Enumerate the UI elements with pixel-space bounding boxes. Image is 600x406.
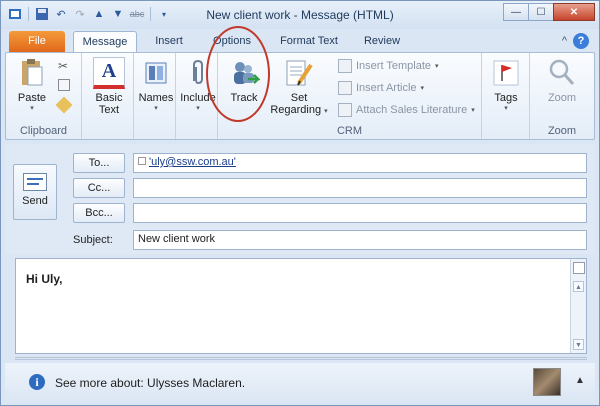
flag-icon [490,57,522,89]
to-field[interactable]: 'uly@ssw.com.au' [133,153,587,173]
tab-format-text[interactable]: Format Text [273,31,345,53]
message-body[interactable]: Hi Uly, ▲ ▼ [15,258,587,354]
cut-icon[interactable]: ✂ [58,59,68,73]
template-icon [338,59,352,73]
to-recipient[interactable]: 'uly@ssw.com.au' [149,156,236,168]
address-book-icon [140,57,172,89]
vertical-scrollbar[interactable]: ▲ ▼ [570,259,586,353]
pane-splitter[interactable] [15,357,587,360]
help-icon[interactable]: ? [573,33,589,49]
crm-group-label: CRM [336,125,363,137]
tags-dropdown-icon: ▾ [504,105,508,112]
basic-text-line1: Basic [95,92,123,104]
window-controls: — ☐ ✕ [503,3,595,21]
insert-template-button[interactable]: Insert Template ▾ [338,59,439,73]
people-pane: i See more about: Ulysses Maclaren. ▲ [5,363,595,403]
magnifier-icon [546,57,578,89]
set-regarding-button[interactable]: Set Regarding ▾ [270,57,328,116]
copy-icon[interactable] [58,79,70,91]
scroll-down-arrow[interactable]: ▼ [573,339,584,350]
tab-review[interactable]: Review [357,31,407,53]
insert-template-dropdown-icon: ▾ [435,63,439,70]
insert-template-label: Insert Template [356,60,432,72]
track-highlight-circle [206,26,270,122]
zoom-button[interactable]: Zoom [540,57,584,104]
send-label: Send [22,195,48,207]
to-button[interactable]: To... [73,153,125,173]
tab-message[interactable]: Message [73,31,137,53]
tags-label: Tags [494,92,518,104]
set-regarding-line2-text: Regarding [270,104,322,116]
ribbon-tabs: File Message Insert Options Format Text … [1,29,599,53]
recipient-checkbox-icon [138,157,146,165]
close-button[interactable]: ✕ [553,3,595,21]
font-color-icon: A [93,57,125,89]
bcc-button[interactable]: Bcc... [73,203,125,223]
sales-literature-icon [338,103,352,117]
insert-article-label: Insert Article [356,82,417,94]
avatar[interactable] [533,368,561,396]
format-painter-icon[interactable] [55,96,73,114]
insert-article-button[interactable]: Insert Article ▾ [338,81,424,95]
paste-dropdown-icon: ▾ [30,105,34,112]
outlook-message-window: ↶ ↷ ▲ ▼ abc ▾ New client work - Message … [0,0,600,406]
minimize-button[interactable]: — [503,3,529,21]
basic-text-line2: Text [98,104,120,116]
clipboard-group: Paste ▾ ✂ Clipboard [6,53,82,139]
names-group: Names ▾ [134,53,176,139]
basic-text-group: A Basic Text [84,53,134,139]
clipboard-group-label: Clipboard [19,125,68,137]
attach-sales-literature-label: Attach Sales Literature [356,104,468,116]
send-button[interactable]: Send [13,164,57,220]
attach-sales-literature-button[interactable]: Attach Sales Literature ▾ [338,103,475,117]
paste-icon [16,57,48,89]
maximize-button[interactable]: ☐ [528,3,554,21]
set-regarding-line2: Regarding ▾ [270,104,328,116]
tab-file[interactable]: File [9,31,65,53]
set-regarding-dropdown-icon: ▾ [324,108,328,115]
zoom-button-label: Zoom [547,92,577,104]
bcc-field[interactable] [133,203,587,223]
tags-group: Tags ▾ [482,53,530,139]
paste-label: Paste [17,92,47,104]
ribbon-help-area: ^ ? [562,33,589,49]
title-bar: ↶ ↷ ▲ ▼ abc ▾ New client work - Message … [1,1,599,29]
set-regarding-line1: Set [290,92,308,104]
article-icon [338,81,352,95]
ribbon: Paste ▾ ✂ Clipboard A Basic Text Names ▾… [5,52,595,140]
set-regarding-icon [283,57,315,89]
send-envelope-icon [23,173,47,191]
collapse-ribbon-icon[interactable]: ^ [562,35,567,47]
info-icon: i [29,374,45,390]
scroll-up-arrow[interactable]: ▲ [573,281,584,292]
insert-article-dropdown-icon: ▾ [420,85,425,92]
basic-text-button[interactable]: A Basic Text [88,57,130,116]
tab-insert[interactable]: Insert [147,31,191,53]
names-dropdown-icon: ▾ [154,105,158,112]
names-button[interactable]: Names ▾ [136,57,176,112]
ruler-toggle-icon[interactable] [573,262,585,274]
cc-field[interactable] [133,178,587,198]
expand-people-pane-icon[interactable]: ▲ [575,375,585,386]
tags-button[interactable]: Tags ▾ [486,57,526,112]
include-dropdown-icon: ▾ [196,105,200,112]
attach-sales-literature-dropdown-icon: ▾ [471,107,475,114]
subject-label: Subject: [73,234,113,246]
zoom-group-label: Zoom [547,125,577,137]
zoom-group: Zoom Zoom [530,53,594,139]
people-pane-text[interactable]: See more about: Ulysses Maclaren. [55,376,245,390]
cc-button[interactable]: Cc... [73,178,125,198]
names-label: Names [138,92,174,104]
message-body-text: Hi Uly, [26,272,63,286]
subject-field[interactable]: New client work [133,230,587,250]
paste-button[interactable]: Paste ▾ [12,57,52,112]
